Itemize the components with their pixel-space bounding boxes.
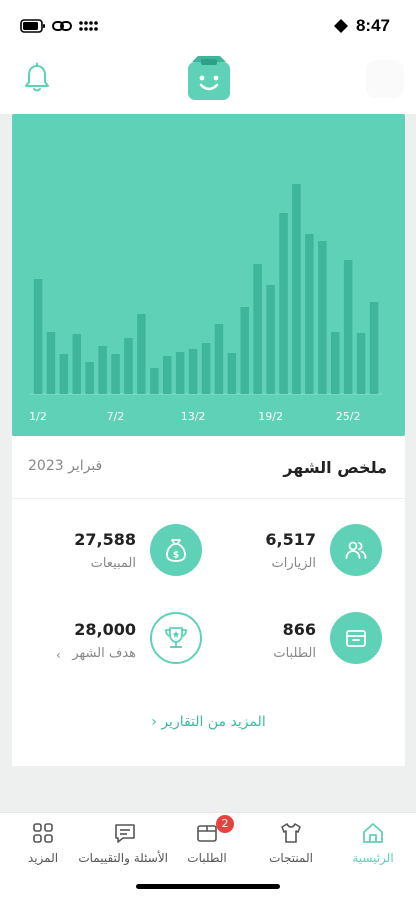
chart-bar-21/2[interactable] bbox=[292, 184, 301, 394]
orders-label: الطلبات bbox=[273, 646, 316, 661]
nav-item-questions[interactable]: الأسئلة والتقييمات bbox=[78, 821, 168, 875]
chart-bar-12/2[interactable] bbox=[175, 352, 185, 394]
chart-bar-9/2[interactable] bbox=[137, 314, 146, 394]
visits-value: 6,517 bbox=[265, 530, 316, 549]
chart-bar-8/2[interactable] bbox=[124, 338, 133, 394]
summary-title: ملخص الشهر bbox=[283, 458, 387, 477]
chart-bar-27/2[interactable] bbox=[369, 302, 379, 394]
nav-item-products[interactable]: المنتجات bbox=[248, 821, 334, 875]
chart-bar-14/2[interactable] bbox=[201, 343, 211, 394]
grid-icon bbox=[33, 823, 53, 843]
chart-x-tick-label: 7/2 bbox=[107, 410, 125, 423]
chart-bar-11/2[interactable] bbox=[163, 356, 172, 394]
nav-label-questions: الأسئلة والتقييمات bbox=[78, 851, 168, 865]
battery-icon bbox=[20, 19, 45, 33]
status-left bbox=[20, 16, 98, 36]
signal-dots-icon bbox=[79, 21, 98, 31]
orders-icon-circle bbox=[330, 612, 382, 664]
daily-chart-card: 1/2 7/2 13/2 19/2 25/2 bbox=[12, 114, 405, 436]
home-indicator bbox=[136, 884, 280, 889]
status-right: 8:47 bbox=[333, 14, 390, 38]
nav-label-products: المنتجات bbox=[269, 851, 313, 865]
nav-label-orders: الطلبات bbox=[187, 851, 227, 865]
svg-text:$: $ bbox=[173, 551, 179, 561]
chevron-left-icon: ‹ bbox=[151, 714, 157, 730]
goal-icon-circle bbox=[150, 612, 202, 664]
chart-bar-16/2[interactable] bbox=[227, 353, 237, 394]
status-bar: 8:47 bbox=[0, 0, 416, 52]
chart-bar-1/2[interactable] bbox=[33, 279, 43, 394]
daily-bar-chart: 1/2 7/2 13/2 19/2 25/2 bbox=[29, 184, 382, 423]
chart-bar-10/2[interactable] bbox=[150, 368, 159, 394]
nav-item-more[interactable]: المزيد bbox=[0, 821, 86, 875]
sales-icon-circle: $ bbox=[150, 524, 202, 576]
chart-bar-6/2[interactable] bbox=[98, 346, 107, 394]
chart-x-tick-label: 19/2 bbox=[258, 410, 283, 423]
chart-bar-13/2[interactable] bbox=[188, 349, 198, 394]
chat-icon bbox=[115, 824, 135, 843]
summary-date: فبراير 2023 bbox=[28, 458, 103, 474]
chart-x-tick-label: 13/2 bbox=[181, 410, 206, 423]
money-bag-icon: $ bbox=[166, 539, 186, 562]
visits-icon-circle bbox=[330, 524, 382, 576]
month-summary-card: ملخص الشهر فبراير 2023 6,517 الزيارات $ … bbox=[12, 436, 405, 766]
orders-value: 866 bbox=[282, 620, 316, 639]
chart-bar-7/2[interactable] bbox=[111, 354, 120, 394]
chart-bar-22/2[interactable] bbox=[305, 234, 314, 394]
chart-bar-20/2[interactable] bbox=[279, 213, 288, 394]
goal-value: 28,000 bbox=[74, 620, 136, 639]
chart-bar-25/2[interactable] bbox=[343, 260, 353, 394]
chart-bar-2/2[interactable] bbox=[46, 332, 56, 394]
chart-bar-18/2[interactable] bbox=[253, 264, 262, 394]
trophy-icon bbox=[165, 627, 187, 648]
smiley-box-icon bbox=[188, 56, 230, 100]
chart-bar-17/2[interactable] bbox=[240, 307, 250, 394]
chart-bar-5/2[interactable] bbox=[85, 362, 94, 394]
sales-label: المبيعات bbox=[90, 556, 136, 571]
more-reports-link[interactable]: المزيد من التقارير ‹ bbox=[12, 714, 405, 730]
nav-label-home: الرئيسية bbox=[352, 851, 394, 865]
app-header bbox=[0, 52, 416, 114]
box-icon bbox=[346, 630, 366, 647]
chart-bar-26/2[interactable] bbox=[356, 333, 366, 394]
location-arrow-icon bbox=[333, 19, 348, 33]
chart-bar-23/2[interactable] bbox=[318, 241, 327, 394]
chart-bar-24/2[interactable] bbox=[331, 332, 340, 394]
divider bbox=[12, 498, 405, 499]
chart-x-tick-label: 1/2 bbox=[29, 410, 47, 423]
users-icon bbox=[345, 541, 367, 559]
profile-placeholder[interactable] bbox=[366, 60, 404, 98]
nav-item-home[interactable]: الرئيسية bbox=[330, 821, 416, 875]
shirt-icon bbox=[281, 823, 301, 843]
chart-bar-3/2[interactable] bbox=[59, 354, 69, 394]
chart-x-tick-label: 25/2 bbox=[336, 410, 361, 423]
visits-label: الزيارات bbox=[271, 556, 316, 571]
orders-badge: 2 bbox=[216, 815, 234, 833]
chevron-left-icon: ‹ bbox=[56, 648, 61, 662]
more-reports-label: المزيد من التقارير bbox=[161, 714, 266, 730]
nav-label-more: المزيد bbox=[27, 851, 59, 865]
bell-icon[interactable] bbox=[22, 62, 52, 94]
nav-item-orders[interactable]: 2 الطلبات bbox=[164, 815, 250, 875]
chart-bar-4/2[interactable] bbox=[72, 334, 82, 394]
status-time: 8:47 bbox=[355, 16, 390, 35]
home-icon bbox=[363, 823, 383, 843]
chart-bar-19/2[interactable] bbox=[266, 285, 275, 394]
goal-label[interactable]: هدف الشهر bbox=[26, 646, 136, 661]
chart-bar-15/2[interactable] bbox=[214, 324, 224, 394]
link-icon bbox=[52, 21, 72, 31]
sales-value: 27,588 bbox=[74, 530, 136, 549]
